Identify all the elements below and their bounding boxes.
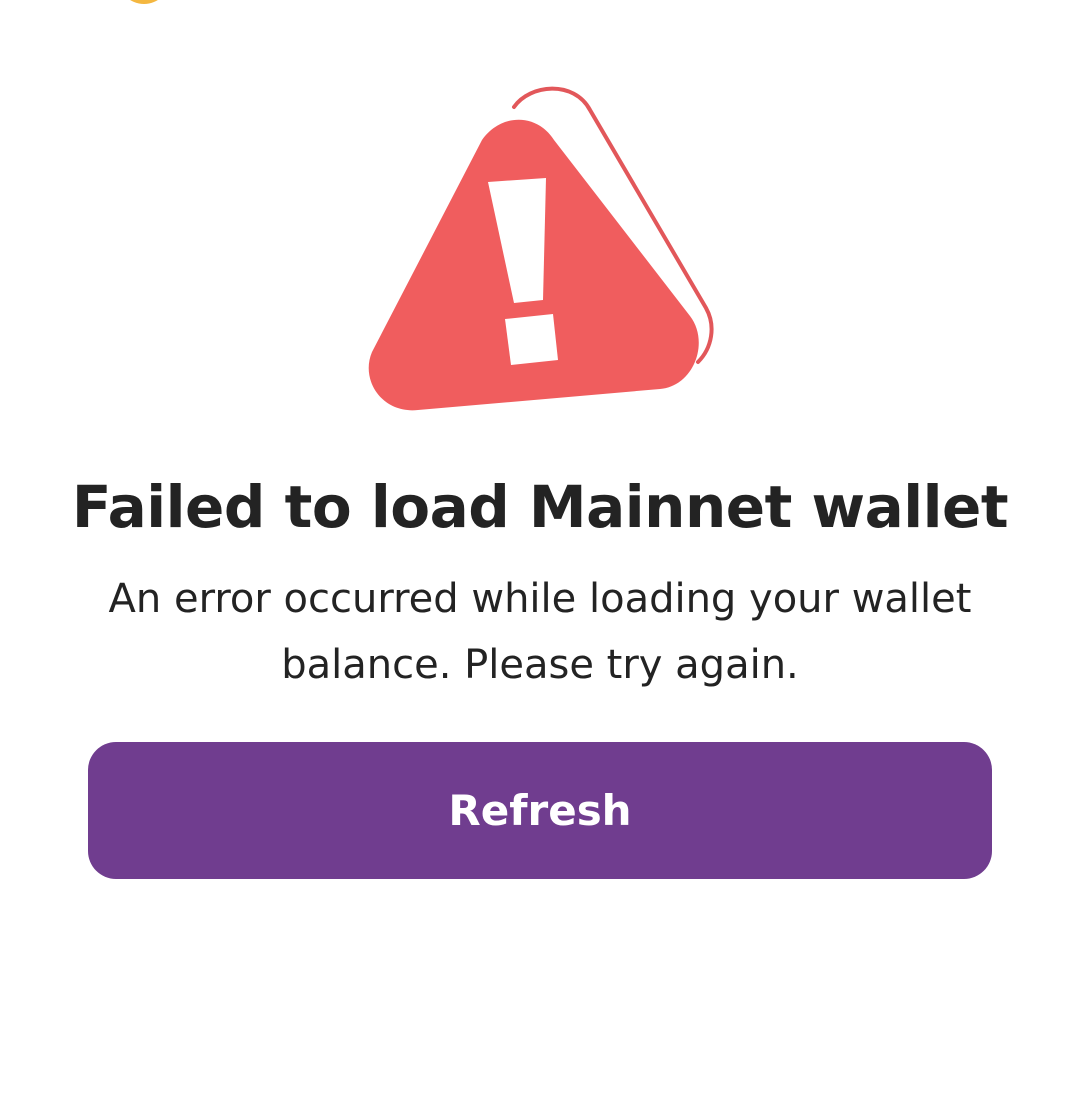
refresh-button[interactable]: Refresh <box>88 742 992 879</box>
error-title: Failed to load Mainnet wallet <box>71 473 1009 541</box>
error-message: An error occurred while loading your wal… <box>108 576 972 688</box>
error-screen: Failed to load Mainnet wallet An error o… <box>0 0 1080 1094</box>
avatar[interactable] <box>118 0 170 4</box>
warning-triangle-icon <box>360 80 720 420</box>
